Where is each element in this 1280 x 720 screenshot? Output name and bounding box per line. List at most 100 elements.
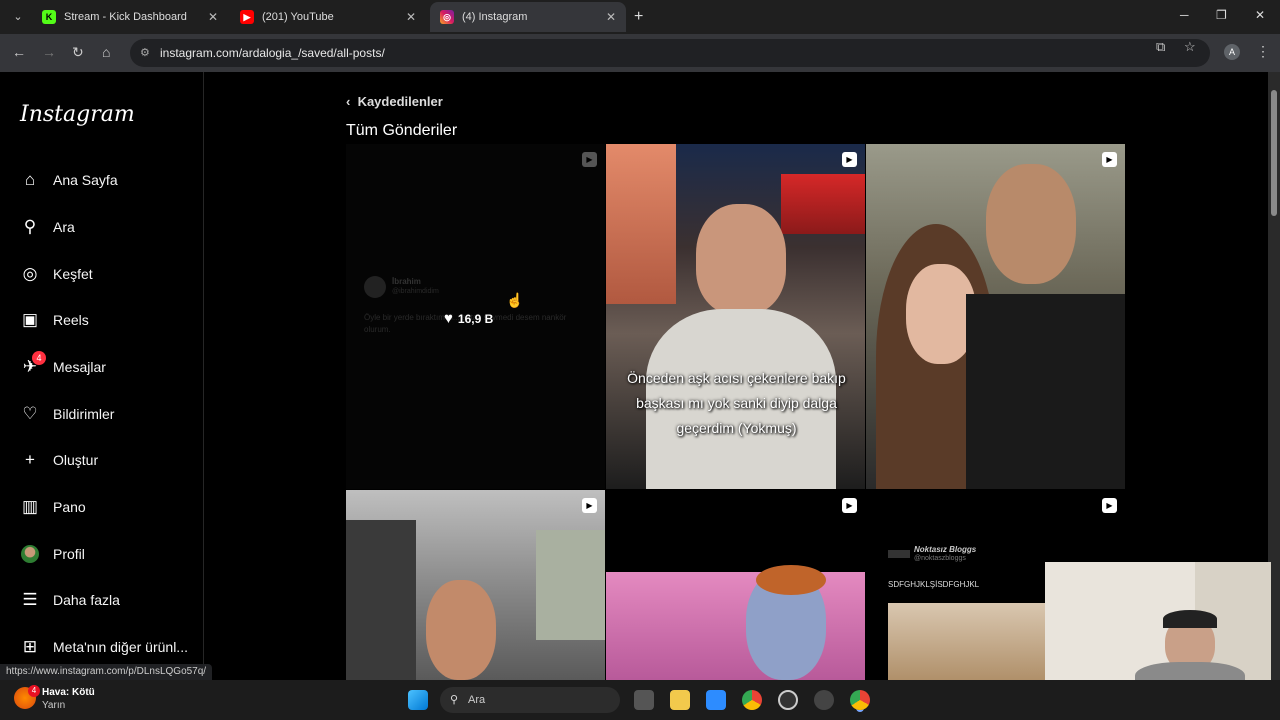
sidebar-item-home[interactable]: ⌂ Ana Sayfa [20, 170, 118, 190]
search-icon: ⚲ [450, 694, 459, 706]
home-icon[interactable]: ⌂ [102, 44, 110, 60]
reel-icon: ▶ [1102, 498, 1117, 513]
sidebar-item-dashboard[interactable]: ▥ Pano [20, 497, 86, 517]
kebab-menu-icon[interactable]: ⋮ [1256, 43, 1270, 60]
likes-value: 16,9 B [457, 311, 494, 326]
post-tile[interactable]: ▶ [346, 490, 605, 680]
sidebar-item-create[interactable]: + Oluştur [20, 450, 98, 470]
url-text: instagram.com/ardalogia_/saved/all-posts… [160, 46, 385, 60]
sidebar-item-meta[interactable]: ⊞ Meta'nın diğer ürünl... [20, 637, 188, 657]
dashboard-icon: ▥ [21, 497, 39, 516]
person-face [986, 164, 1076, 284]
author-handle: @noktaszbloggs [914, 555, 966, 562]
weather-badge: 4 [28, 685, 40, 697]
heart-icon: ♥ [444, 310, 453, 327]
link-status-bar: https://www.instagram.com/p/DLnsLQGo57q/ [0, 664, 213, 680]
sidebar-item-search[interactable]: ⚲ Ara [20, 217, 75, 237]
person-face [696, 204, 786, 314]
windows-taskbar: 4 Hava: Kötü Yarın ⚲ Ara [0, 680, 1280, 720]
weather-title: Hava: Kötü [42, 687, 95, 698]
nav-label: Keşfet [53, 266, 93, 282]
minimize-icon[interactable]: ─ [1180, 8, 1189, 22]
tab-search-icon[interactable]: ⌄ [8, 7, 28, 27]
obs-icon[interactable] [778, 690, 798, 710]
forward-icon[interactable]: → [42, 44, 56, 60]
tab-kick[interactable]: K Stream - Kick Dashboard ✕ [32, 2, 228, 32]
heart-icon: ♡ [22, 404, 38, 423]
reel-icon: ▶ [842, 152, 857, 167]
chrome-icon[interactable] [742, 690, 762, 710]
post-image [888, 603, 1048, 680]
sidebar-item-explore[interactable]: ◎ Keşfet [20, 264, 93, 284]
sidebar-item-messages[interactable]: ✈ 4 Mesajlar [20, 351, 106, 377]
task-view-icon[interactable] [634, 690, 654, 710]
sidebar-item-notifications[interactable]: ♡ Bildirimler [20, 404, 114, 424]
tab-label: Stream - Kick Dashboard [64, 11, 187, 23]
nav-label: Bildirimler [53, 406, 115, 422]
reel-icon: ▶ [842, 498, 857, 513]
pinned-app-icon[interactable] [814, 690, 834, 710]
instagram-icon: ◎ [440, 10, 454, 24]
back-icon[interactable]: ← [12, 44, 26, 60]
profile-avatar[interactable]: A [1224, 44, 1240, 60]
taskbar-search[interactable]: ⚲ Ara [440, 687, 620, 713]
reels-icon: ▣ [21, 310, 39, 329]
youtube-icon: ▶ [240, 10, 254, 24]
reel-icon: ▶ [582, 152, 597, 167]
sidebar-item-more[interactable]: ☰ Daha fazla [20, 590, 120, 610]
reload-icon[interactable]: ↻ [72, 44, 84, 61]
restore-icon[interactable]: ❐ [1216, 8, 1227, 22]
windows-start-icon[interactable] [408, 690, 428, 710]
home-icon: ⌂ [24, 170, 36, 189]
close-icon[interactable]: ✕ [606, 10, 616, 24]
post-tile[interactable]: ▶ İbrahim @ibrahimdidim Öyle bir yerde b… [346, 144, 605, 489]
nav-label: Oluştur [53, 452, 99, 468]
tab-instagram[interactable]: ◎ (4) Instagram ✕ [430, 2, 626, 32]
sidebar-item-profile[interactable]: Profil [20, 544, 85, 564]
install-icon[interactable]: ⧉ [1156, 39, 1165, 55]
animation-frame [606, 572, 865, 680]
site-info-icon[interactable]: ⚙ [140, 39, 150, 67]
nav-label: Meta'nın diğer ürünl... [53, 639, 188, 655]
post-tile[interactable]: Önceden aşk acısı çekenlere bakıp başkas… [606, 144, 865, 489]
close-icon[interactable]: ✕ [406, 10, 416, 24]
back-label: Kaydedilenler [357, 94, 443, 109]
apps-icon: ⊞ [22, 637, 38, 656]
new-tab-button[interactable]: + [634, 8, 643, 26]
author-name: İbrahim [392, 277, 421, 286]
tab-youtube[interactable]: ▶ (201) YouTube ✕ [230, 2, 426, 32]
sidebar-item-reels[interactable]: ▣ Reels [20, 310, 89, 330]
compass-icon: ◎ [22, 264, 38, 283]
van-seat [346, 520, 416, 680]
instagram-logo[interactable]: Instagram [20, 102, 135, 127]
menu-icon: ☰ [22, 590, 38, 609]
instagram-sidebar: Instagram ⌂ Ana Sayfa ⚲ Ara ◎ Keşfet ▣ R… [0, 72, 204, 680]
close-icon[interactable]: ✕ [208, 10, 218, 24]
back-to-saved-link[interactable]: ‹ Kaydedilenler [346, 94, 443, 109]
author-avatar [888, 550, 910, 558]
address-bar[interactable]: ⚙ instagram.com/ardalogia_/saved/all-pos… [130, 39, 1210, 67]
chrome-active-icon[interactable] [850, 690, 870, 710]
search-placeholder: Ara [468, 694, 486, 706]
shop-sign [781, 174, 865, 234]
post-tile[interactable]: ▶ [866, 144, 1125, 489]
tab-label: (4) Instagram [462, 11, 528, 23]
mouse-cursor-icon: ☝ [506, 292, 524, 308]
bookmark-star-icon[interactable]: ☆ [1184, 39, 1196, 55]
close-window-icon[interactable]: ✕ [1255, 8, 1265, 22]
nav-label: Mesajlar [53, 359, 106, 375]
nav-label: Daha fazla [53, 592, 120, 608]
weather-subtitle: Yarın [42, 700, 66, 711]
browser-toolbar: ← → ↻ ⌂ ⚙ instagram.com/ardalogia_/saved… [0, 34, 1280, 72]
post-tile[interactable]: ▶ [606, 490, 865, 680]
pinned-app-icon[interactable] [706, 690, 726, 710]
nav-label: Ara [53, 219, 75, 235]
headphones-icon [1163, 610, 1217, 628]
post-text: SDFGHJKLŞİSDFGHJKL [888, 580, 980, 589]
reel-icon: ▶ [1102, 152, 1117, 167]
nav-label: Ana Sayfa [53, 172, 118, 188]
cartoon-hair [756, 565, 826, 595]
file-explorer-icon[interactable] [670, 690, 690, 710]
reel-icon: ▶ [582, 498, 597, 513]
scrollbar-thumb[interactable] [1271, 90, 1277, 216]
